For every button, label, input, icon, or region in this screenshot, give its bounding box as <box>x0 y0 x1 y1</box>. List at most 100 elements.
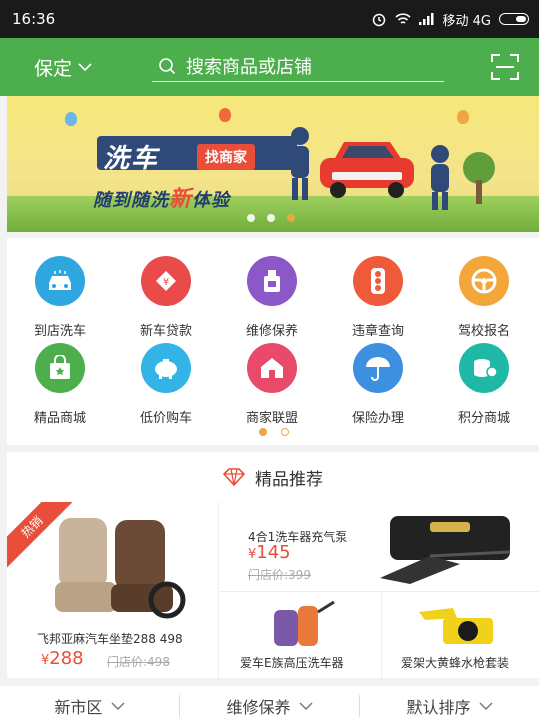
wifi-icon <box>394 13 411 24</box>
top-header: 保定 搜索商品或店铺 <box>0 38 539 96</box>
coins-icon <box>459 343 509 393</box>
grid-page-dot[interactable] <box>281 428 289 436</box>
grid-item-label: 新车贷款 <box>139 324 192 339</box>
grid-item-label: 违章查询 <box>351 324 404 339</box>
recommend-header: 精品推荐 <box>7 452 539 502</box>
slogan-part-c: 体验 <box>192 190 231 211</box>
alarm-icon <box>372 13 385 27</box>
svg-text:¥: ¥ <box>163 277 169 288</box>
worker-illustration <box>431 145 449 210</box>
search-input[interactable]: 搜索商品或店铺 <box>152 50 444 82</box>
balloon-icon <box>219 108 231 122</box>
balloon-icon <box>65 112 77 126</box>
banner-dot[interactable] <box>247 214 255 222</box>
price-value: 145 <box>256 542 291 563</box>
grid-item-label: 低价购车 <box>139 411 192 426</box>
balloon-icon <box>457 110 469 124</box>
house-icon <box>247 343 297 393</box>
product-name: 飞邦亚麻汽车坐垫288 498 <box>37 632 183 646</box>
piggy-bank-icon <box>141 343 191 393</box>
filter-district-label: 新市区 <box>54 698 103 717</box>
grid-item-low-price[interactable]: 低价购车 <box>113 343 219 426</box>
grid-item-insurance[interactable]: 保险办理 <box>325 343 431 426</box>
filter-bar: 新市区 维修保养 默认排序 <box>0 686 539 726</box>
tree-illustration <box>463 152 495 204</box>
water-gun-image <box>419 608 493 644</box>
grid-item-merchant-alliance[interactable]: 商家联盟 <box>219 343 325 426</box>
grid-item-violation[interactable]: 违章查询 <box>325 256 431 339</box>
grid-row-2: 精品商城 低价购车 商家联盟 保险办理 积分商城 <box>7 343 539 426</box>
city-selector[interactable]: 保定 <box>0 54 150 81</box>
status-bar: 16:36 移动 4G <box>0 0 539 38</box>
seat-cushion-image <box>55 518 186 619</box>
red-car-illustration <box>320 142 414 198</box>
grid-item-maintenance[interactable]: 维修保养 <box>219 256 325 339</box>
scan-icon[interactable] <box>491 54 519 80</box>
status-time: 16:36 <box>12 10 56 28</box>
filter-district[interactable]: 新市区 <box>0 694 179 718</box>
filter-sort-label: 默认排序 <box>406 698 471 717</box>
diamond-icon <box>223 468 245 486</box>
umbrella-icon <box>353 343 403 393</box>
search-placeholder: 搜索商品或店铺 <box>186 56 312 78</box>
search-icon <box>159 57 176 74</box>
chevron-down-icon <box>78 63 92 72</box>
city-label: 保定 <box>34 57 73 80</box>
grid-item-driving-school[interactable]: 驾校报名 <box>431 256 537 339</box>
banner-tag: 找商家 <box>197 144 255 170</box>
price-value: 288 <box>49 648 84 669</box>
product-name: 爱架大黄蜂水枪套装 <box>401 656 510 670</box>
car-wash-icon <box>35 256 85 306</box>
shopping-bag-icon <box>35 343 85 393</box>
product-price: ¥145 <box>248 542 291 563</box>
banner-slogan: 随到随洗新体验 <box>93 181 230 213</box>
banner-dot[interactable] <box>267 214 275 222</box>
banner-pagination <box>247 214 295 222</box>
pressure-washer-image <box>274 600 335 646</box>
promo-banner[interactable]: 洗车 找商家 随到随洗新体验 <box>7 96 539 232</box>
grid-item-label: 精品商城 <box>33 411 86 426</box>
product-card-seat-cushion[interactable]: 热销 飞邦亚麻汽车坐垫288 498 ¥288 门店价:498 <box>7 502 219 678</box>
app-screen: 16:36 移动 4G 保定 搜索商品或店铺 洗车 找商家 随到随洗新体验 到店… <box>0 0 539 726</box>
carrier-label: 移动 4G <box>442 13 491 29</box>
feature-grid: 到店洗车 ¥ 新车贷款 维修保养 违章查询 驾校报名 精品商城 低价购车 商家联… <box>7 238 539 445</box>
grid-item-label: 商家联盟 <box>245 411 298 426</box>
product-price: ¥288 <box>41 648 84 669</box>
filter-category[interactable]: 维修保养 <box>180 694 359 718</box>
banner-dot-active[interactable] <box>287 214 295 222</box>
chevron-down-icon <box>478 701 493 710</box>
grid-item-mall[interactable]: 精品商城 <box>7 343 113 426</box>
grid-item-label: 到店洗车 <box>33 324 86 339</box>
chevron-down-icon <box>110 701 125 710</box>
oil-bottle-icon <box>247 256 297 306</box>
grid-item-label: 积分商城 <box>457 411 510 426</box>
slogan-part-a: 随到随洗 <box>93 190 169 211</box>
signal-icon <box>418 13 434 25</box>
product-card-water-gun[interactable]: 爱架大黄蜂水枪套装 <box>383 592 539 678</box>
grid-row-1: 到店洗车 ¥ 新车贷款 维修保养 违章查询 驾校报名 <box>7 256 539 339</box>
filter-category-label: 维修保养 <box>226 698 291 717</box>
slogan-part-b: 新 <box>169 187 193 212</box>
grid-pagination <box>259 428 289 436</box>
grid-item-label: 驾校报名 <box>457 324 510 339</box>
air-pump-image <box>380 516 511 584</box>
steering-wheel-icon <box>459 256 509 306</box>
status-icons: 移动 4G <box>371 10 529 29</box>
grid-item-points-mall[interactable]: 积分商城 <box>431 343 537 426</box>
traffic-light-icon <box>353 256 403 306</box>
banner-title: 洗车 <box>103 144 160 174</box>
recommend-products: 热销 飞邦亚麻汽车坐垫288 498 ¥288 门店价:498 4合1洗车器充气… <box>7 502 539 678</box>
product-original-price: 门店价:399 <box>248 568 311 582</box>
worker-illustration <box>291 127 309 200</box>
grid-page-dot-active[interactable] <box>259 428 267 436</box>
grid-item-label: 维修保养 <box>245 324 298 339</box>
battery-icon <box>499 13 529 25</box>
recommend-title: 精品推荐 <box>255 469 323 490</box>
grid-item-car-loan[interactable]: ¥ 新车贷款 <box>113 256 219 339</box>
grid-item-car-wash[interactable]: 到店洗车 <box>7 256 113 339</box>
product-name: 爱车E族高压洗车器 <box>240 656 344 670</box>
product-card-air-pump[interactable]: 4合1洗车器充气泵 ¥145 门店价:399 <box>220 502 539 592</box>
loan-icon: ¥ <box>141 256 191 306</box>
filter-sort[interactable]: 默认排序 <box>360 694 539 718</box>
product-card-pressure-washer[interactable]: 爱车E族高压洗车器 <box>220 592 382 678</box>
